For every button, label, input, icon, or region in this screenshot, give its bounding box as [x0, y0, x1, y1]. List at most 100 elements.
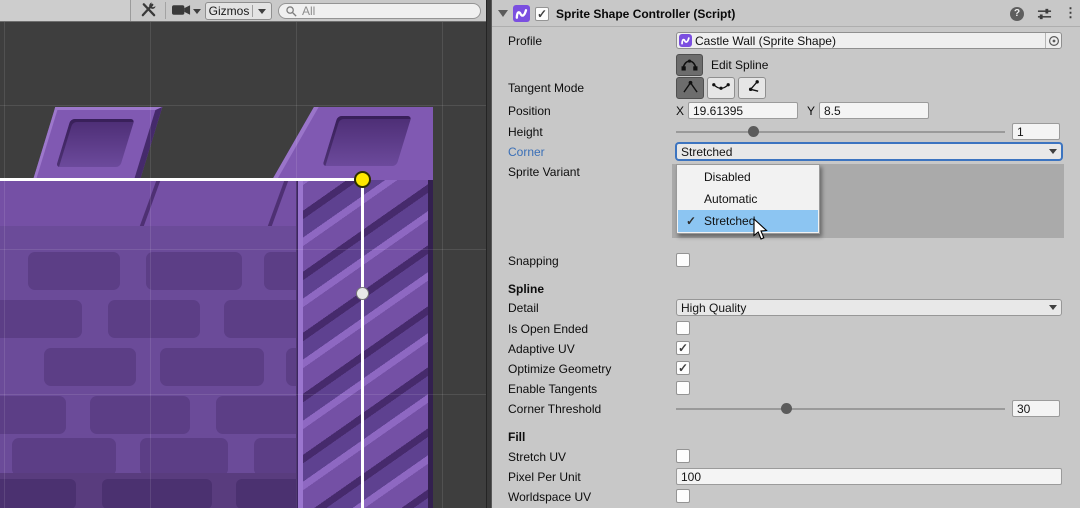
spline-control-point-selected[interactable]: [354, 171, 371, 188]
object-picker-icon[interactable]: [1045, 33, 1061, 48]
spline-icon: [681, 56, 698, 74]
wall-corner-column: [296, 180, 433, 508]
component-header[interactable]: Sprite Shape Controller (Script) ? ⋮: [492, 0, 1080, 27]
tangent-broken-icon: [744, 79, 761, 97]
worldspace-uv-checkbox[interactable]: [676, 489, 690, 503]
grid-line: [0, 394, 486, 395]
position-y-field[interactable]: 8.5: [819, 102, 929, 119]
snapping-checkbox[interactable]: [676, 253, 690, 267]
camera-icon: [172, 4, 191, 19]
search-input[interactable]: [302, 4, 474, 18]
fill-section-title: Fill: [508, 430, 525, 444]
corner-threshold-value-field[interactable]: 30: [1012, 400, 1060, 417]
profile-label: Profile: [508, 34, 542, 48]
chevron-down-icon: [1049, 149, 1057, 154]
scene-search-field[interactable]: [278, 3, 481, 19]
pixel-per-unit-row: Pixel Per Unit 100: [492, 468, 1080, 486]
adaptive-uv-row: Adaptive UV: [492, 340, 1080, 358]
inspector-panel: Sprite Shape Controller (Script) ? ⋮ Pro…: [492, 0, 1080, 508]
tangent-continuous-icon: [712, 79, 730, 97]
tangent-broken-button[interactable]: [738, 77, 766, 99]
stretch-uv-row: Stretch UV: [492, 448, 1080, 466]
height-slider-track[interactable]: [676, 131, 1005, 133]
optimize-geometry-label: Optimize Geometry: [508, 362, 611, 376]
profile-object-field[interactable]: Castle Wall (Sprite Shape): [676, 32, 1062, 49]
component-enabled-checkbox[interactable]: [535, 7, 549, 21]
worldspace-uv-label: Worldspace UV: [508, 490, 591, 504]
enable-tangents-label: Enable Tangents: [508, 382, 597, 396]
grid-line: [0, 249, 486, 250]
context-menu-icon[interactable]: ⋮: [1064, 5, 1077, 21]
is-open-ended-row: Is Open Ended: [492, 320, 1080, 338]
grid-line: [150, 22, 151, 508]
tangent-linear-button[interactable]: [676, 77, 704, 99]
unity-editor-window: Gizmos: [0, 0, 1080, 508]
detail-value: High Quality: [681, 301, 1049, 315]
scene-view[interactable]: [0, 22, 486, 508]
grid-line: [442, 22, 443, 508]
toolbar-empty-field: [0, 0, 131, 21]
corner-dropdown[interactable]: Stretched: [676, 143, 1062, 160]
gizmos-dropdown[interactable]: Gizmos: [205, 2, 272, 20]
mouse-cursor-icon: [753, 218, 769, 245]
menu-item-label: Disabled: [704, 170, 751, 184]
is-open-ended-checkbox[interactable]: [676, 321, 690, 335]
tangent-mode-row: Tangent Mode: [492, 77, 1080, 101]
adaptive-uv-checkbox[interactable]: [676, 341, 690, 355]
spline-edge-horizontal[interactable]: [0, 178, 363, 181]
chevron-down-icon: [193, 9, 201, 14]
is-open-ended-label: Is Open Ended: [508, 322, 588, 336]
height-slider-handle[interactable]: [748, 126, 759, 137]
chevron-down-icon: [1049, 305, 1057, 310]
fill-section-header: Fill: [492, 428, 1080, 446]
height-row: Height 1: [492, 123, 1080, 141]
corner-threshold-row: Corner Threshold 30: [492, 400, 1080, 418]
position-x-field[interactable]: 19.61395: [688, 102, 798, 119]
wall-dark-band: [0, 473, 296, 508]
presets-icon[interactable]: [1037, 8, 1052, 23]
tangent-continuous-button[interactable]: [707, 77, 735, 99]
scene-camera-button[interactable]: [170, 1, 202, 21]
enable-tangents-row: Enable Tangents: [492, 380, 1080, 398]
corner-threshold-label: Corner Threshold: [508, 402, 601, 416]
detail-dropdown[interactable]: High Quality: [676, 299, 1062, 316]
corner-threshold-slider-track[interactable]: [676, 408, 1005, 410]
component-title: Sprite Shape Controller (Script): [556, 7, 735, 21]
edit-spline-button[interactable]: [676, 54, 703, 76]
edit-spline-row: Edit Spline: [492, 54, 1080, 78]
menu-item-label: Automatic: [704, 192, 757, 206]
custom-tools-button[interactable]: [136, 1, 160, 21]
position-label: Position: [508, 104, 551, 118]
height-label: Height: [508, 125, 543, 139]
wall-brick-area: [0, 226, 296, 508]
grid-line: [4, 22, 5, 508]
grid-line: [0, 105, 486, 106]
wall-merlon: [33, 107, 162, 180]
height-value-field[interactable]: 1: [1012, 123, 1060, 140]
enable-tangents-checkbox[interactable]: [676, 381, 690, 395]
spline-section-header: Spline: [492, 280, 1080, 298]
optimize-geometry-checkbox[interactable]: [676, 361, 690, 375]
adaptive-uv-label: Adaptive UV: [508, 342, 575, 356]
help-icon[interactable]: ?: [1010, 7, 1024, 21]
foldout-arrow-icon[interactable]: [498, 10, 508, 17]
menu-item-stretched[interactable]: ✓ Stretched: [678, 210, 818, 232]
worldspace-uv-row: Worldspace UV: [492, 488, 1080, 506]
corner-row: Corner Stretched: [492, 143, 1080, 161]
sprite-shape-icon: [513, 5, 530, 22]
panel-divider[interactable]: [486, 0, 492, 508]
corner-label: Corner: [508, 145, 545, 159]
spline-control-point[interactable]: [356, 287, 369, 300]
pixel-per-unit-label: Pixel Per Unit: [508, 470, 581, 484]
profile-row: Profile Castle Wall (Sprite Shape): [492, 32, 1080, 50]
pixel-per-unit-field[interactable]: 100: [676, 468, 1062, 485]
check-icon: ✓: [678, 214, 704, 228]
tangent-linear-icon: [682, 79, 699, 97]
optimize-geometry-row: Optimize Geometry: [492, 360, 1080, 378]
menu-item-label: Stretched: [704, 214, 755, 228]
stretch-uv-checkbox[interactable]: [676, 449, 690, 463]
spline-edge-vertical[interactable]: [361, 178, 364, 508]
corner-threshold-slider-handle[interactable]: [781, 403, 792, 414]
menu-item-disabled[interactable]: Disabled: [678, 166, 818, 188]
menu-item-automatic[interactable]: Automatic: [678, 188, 818, 210]
